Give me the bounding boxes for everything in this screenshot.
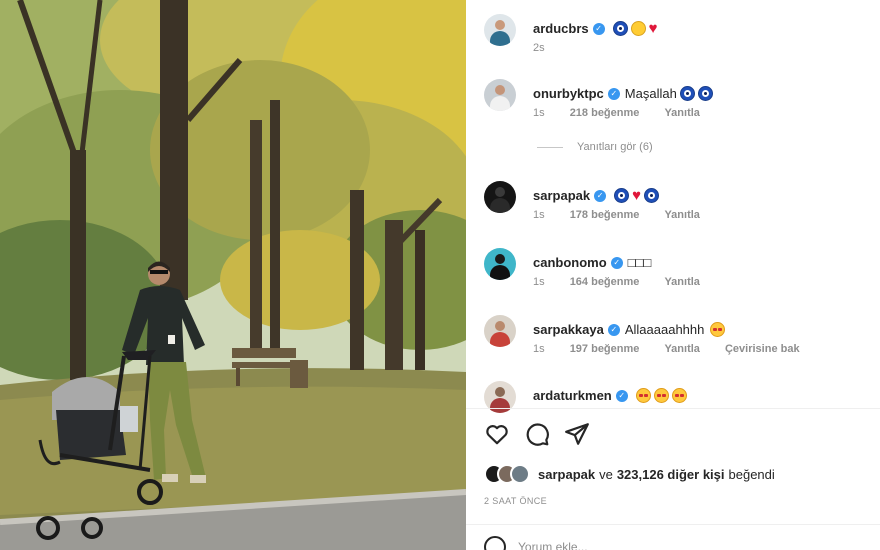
comment-username[interactable]: sarpapak — [533, 188, 590, 203]
nazar-emoji-icon — [644, 188, 659, 203]
verified-icon: ✓ — [610, 256, 623, 269]
nazar-emoji-icon — [697, 86, 713, 101]
comment-text: □□□ — [627, 255, 652, 270]
liker-username[interactable]: sarpapak — [538, 467, 595, 482]
liker-avatars — [484, 464, 530, 484]
comment-likes[interactable]: 178 beğenme — [570, 209, 640, 221]
comments-panel: arducbrs ✓ ♥ 2s onurbyktpc ✓ Maşallah 1s… — [466, 0, 880, 550]
post-timestamp: 2 SAAT ÖNCE — [484, 496, 548, 506]
comment-likes[interactable]: 197 beğenme — [570, 343, 640, 355]
nazar-emoji-icon — [614, 188, 630, 203]
park-scene-image — [0, 0, 466, 550]
comment-likes[interactable]: 218 beğenme — [570, 107, 640, 119]
avatar[interactable] — [484, 315, 516, 347]
avatar — [510, 464, 530, 484]
view-replies-label: Yanıtları gör (6) — [577, 141, 653, 153]
likes-connector: ve — [599, 466, 613, 482]
reply-button[interactable]: Yanıtla — [664, 209, 699, 221]
likes-count[interactable]: 323,126 diğer kişi — [617, 467, 725, 482]
avatar[interactable] — [484, 181, 516, 213]
heart-icon[interactable] — [484, 421, 510, 447]
section-divider — [466, 524, 880, 525]
likes-summary[interactable]: sarpapak ve 323,126 diğer kişi beğendi — [484, 464, 775, 484]
reply-button[interactable]: Yanıtla — [664, 107, 699, 119]
share-icon[interactable] — [564, 421, 590, 447]
verified-icon: ✓ — [607, 87, 620, 100]
comment-time: 1s — [533, 209, 545, 221]
comment-username[interactable]: sarpakkaya — [533, 322, 604, 337]
comment-icon[interactable] — [524, 421, 550, 447]
emoji-picker-icon[interactable] — [484, 536, 506, 550]
avatar[interactable] — [484, 14, 516, 46]
nazar-emoji-icon — [679, 86, 695, 101]
avatar[interactable] — [484, 79, 516, 111]
comment-time: 2s — [533, 42, 545, 54]
comment-username[interactable]: ardaturkmen — [533, 388, 612, 403]
reply-button[interactable]: Yanıtla — [664, 343, 699, 355]
red-heart-emoji-icon: ♥ — [632, 187, 641, 204]
comment-time: 1s — [533, 343, 545, 355]
post-actions — [484, 421, 604, 447]
avatar[interactable] — [484, 248, 516, 280]
replies-divider — [537, 146, 563, 148]
star-eyes-emoji-icon — [710, 322, 726, 337]
view-replies-button[interactable]: Yanıtları gör (6) — [537, 141, 653, 153]
verified-icon: ✓ — [607, 323, 620, 336]
comment-likes[interactable]: 164 beğenme — [570, 276, 640, 288]
add-comment-input[interactable]: Yorum ekle... — [518, 540, 588, 550]
add-comment-bar: Yorum ekle... — [484, 536, 588, 550]
verified-icon: ✓ — [594, 189, 607, 202]
smile-emoji-icon — [630, 21, 646, 36]
star-eyes-emoji-icon — [671, 388, 687, 403]
likes-suffix: beğendi — [728, 466, 775, 482]
comment-username[interactable]: canbonomo — [533, 255, 607, 270]
comment-text: Maşallah — [624, 86, 677, 101]
comment-text: Allaaaaahhhh — [624, 322, 705, 337]
star-eyes-emoji-icon — [635, 388, 651, 403]
reply-button[interactable]: Yanıtla — [664, 276, 699, 288]
verified-icon: ✓ — [615, 389, 628, 402]
star-eyes-emoji-icon — [653, 388, 669, 403]
comment-username[interactable]: arducbrs — [533, 21, 589, 36]
nazar-emoji-icon — [612, 21, 628, 36]
verified-icon: ✓ — [592, 22, 605, 35]
section-divider — [466, 408, 880, 409]
translate-button[interactable]: Çevirisine bak — [725, 343, 800, 355]
comment-time: 1s — [533, 107, 545, 119]
red-heart-emoji-icon: ♥ — [648, 20, 658, 37]
comment-username[interactable]: onurbyktpc — [533, 86, 604, 101]
comment-time: 1s — [533, 276, 545, 288]
post-photo[interactable] — [0, 0, 466, 550]
